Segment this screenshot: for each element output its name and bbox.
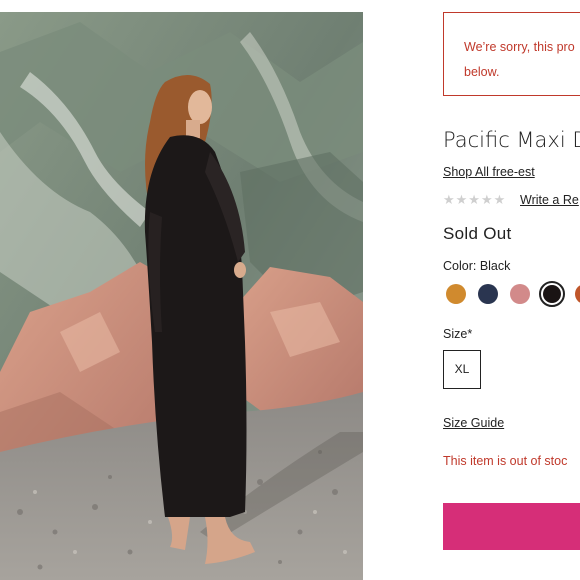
rating-stars: ★★★★★ — [443, 192, 507, 207]
alert-message: We’re sorry, this pro below. — [464, 40, 575, 79]
out-of-stock-message: This item is out of stoc — [443, 454, 568, 468]
size-label: Size* — [443, 327, 473, 341]
swatch-black-selected[interactable] — [539, 281, 565, 307]
write-review-link[interactable]: Write a Re — [520, 193, 579, 207]
add-to-cart-button[interactable] — [443, 503, 580, 550]
error-alert: We’re sorry, this pro below. — [443, 12, 580, 96]
size-guide-link[interactable]: Size Guide — [443, 416, 504, 430]
shop-all-link[interactable]: Shop All free-est — [443, 165, 535, 179]
sold-out-status: Sold Out — [443, 224, 512, 243]
swatch-rust[interactable] — [575, 284, 580, 304]
swatch-pink[interactable] — [510, 284, 530, 304]
swatch-navy[interactable] — [478, 284, 498, 304]
size-option-xl[interactable]: XL — [443, 350, 481, 389]
product-details: We’re sorry, this pro below. Pacific Max… — [443, 0, 580, 580]
product-image[interactable] — [0, 12, 363, 580]
color-label: Color: Black — [443, 259, 511, 273]
swatch-mustard[interactable] — [446, 284, 466, 304]
product-title: Pacific Maxi Dr — [443, 128, 580, 152]
